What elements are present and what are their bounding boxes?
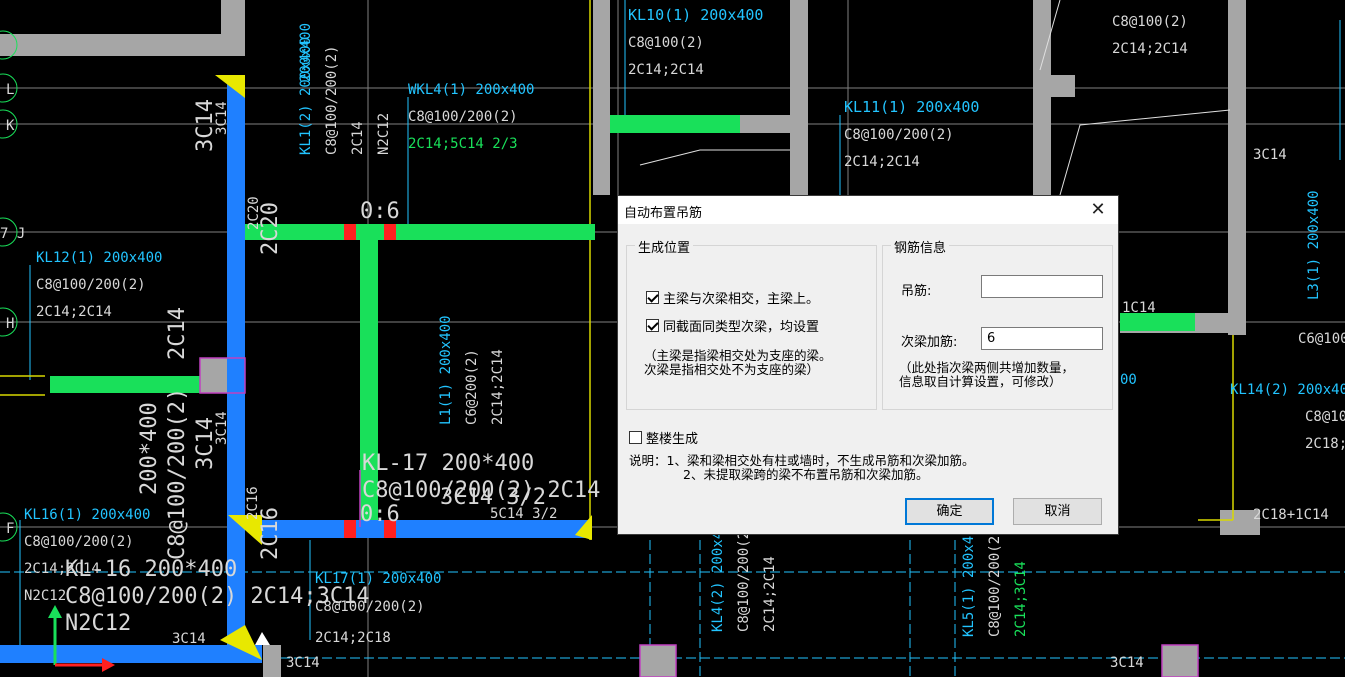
label-kl17-bars: 2C14;2C18 (315, 630, 391, 646)
label-v-kl4-bars: 2C14;2C14 (762, 556, 778, 632)
ok-button[interactable]: 确定 (905, 498, 994, 525)
label-v-kl5-name: KL5(1) 200x400 (961, 519, 977, 637)
label-v-kl1-bars: 2C14 (350, 121, 366, 155)
dialog-title: 自动布置吊筋 (624, 206, 703, 221)
label-v-c8-big: C8@100/200(2) (165, 388, 190, 560)
label-right-00: 00 (1120, 372, 1137, 388)
note-stirrup-info: （此处指次梁两侧共增加数量， 信息取自计算设置，可修改） (899, 361, 1074, 389)
label-v-kl1-name: KL1(2) 200x400 (298, 37, 314, 155)
checkbox-main-beam[interactable]: 主梁与次梁相交，主梁上。 (646, 288, 819, 307)
label-kl16-big-name: KL-16 200*400 (65, 557, 237, 582)
label-v-2c20-small: 2C20 (246, 196, 262, 230)
label-v-kl5-stir: C8@100/200(2) (987, 527, 1003, 637)
label-kl17-big-name: KL-17 200*400 (362, 451, 534, 476)
dialog-titlebar[interactable]: 自动布置吊筋 ✕ (618, 196, 1118, 224)
label-kl12-bars: 2C14;2C14 (36, 304, 112, 320)
label-kl17-small: 5C14 3/2 (490, 506, 557, 522)
label-wkl4-name: WKL4(1) 200x400 (408, 82, 534, 98)
label-kl16-n: N2C12 (24, 588, 66, 604)
cancel-button[interactable]: 取消 (1013, 498, 1102, 525)
label-0-6-top: 0:6 (360, 199, 400, 224)
label-v-l3-name: L3(1) 200x400 (1306, 190, 1322, 300)
note-stirrup-line1: （此处指次梁两侧共增加数量， (899, 360, 1075, 375)
label-v-l1-stir: C6@200(2) (464, 349, 480, 425)
hanger-input[interactable] (981, 275, 1103, 298)
label-bottom-3c14-left: 3C14 (172, 631, 206, 647)
label-right-2c18: 2C18+1C14 (1253, 507, 1329, 523)
axis-bubbles (0, 30, 18, 542)
label-topright-bars: 2C14;2C14 (1112, 41, 1188, 57)
label-kl11-bars: 2C14;2C14 (844, 154, 920, 170)
label-bottom-3c14-mid: 3C14 (286, 655, 320, 671)
label-kl11-stir: C8@100/200(2) (844, 127, 954, 143)
label-kl14-name: KL14(2) 200x400 (1230, 382, 1345, 398)
checkbox-whole-building[interactable]: 整楼生成 (629, 428, 698, 447)
label-right-1c14: 1C14 (1122, 300, 1156, 316)
label-v-3c14-mid: 3C14 (214, 411, 230, 445)
label-v-2c14: 2C14 (165, 307, 190, 360)
stirrup-label: 次梁加筋: (901, 335, 958, 350)
stirrup-input[interactable] (981, 327, 1103, 350)
label-wkl4-bars: 2C14;5C14 2/3 (408, 136, 518, 152)
label-v-200x400-big: 200*400 (137, 402, 162, 495)
checkbox-whole-building-label: 整楼生成 (646, 432, 699, 447)
checkbox-main-beam-box[interactable] (646, 291, 659, 304)
label-kl14-bars: 2C18; (1305, 436, 1345, 452)
label-kl12-name: KL12(1) 200x400 (36, 250, 162, 266)
label-right-c6: C6@100 (1298, 331, 1345, 347)
label-v-kl1-n: N2C12 (376, 113, 392, 155)
description-line1: 说明：1、梁和梁相交处有柱或墙时，不生成吊筋和次梁加筋。 (629, 453, 975, 468)
label-kl16-name: KL16(1) 200x400 (24, 507, 150, 523)
label-0-6-bottom: 0:6 (360, 502, 400, 527)
axis-label-h: H (6, 316, 14, 332)
label-bottom-3c14-right: 3C14 (1110, 655, 1144, 671)
label-v-kl4-stir: C8@100/200(2) (736, 522, 752, 632)
description-text: 说明：1、梁和梁相交处有柱或墙时，不生成吊筋和次梁加筋。 2、未提取梁跨的梁不布… (629, 454, 974, 482)
group-title-rebar: 钢筋信息 (891, 237, 950, 256)
label-kl10-name: KL10(1) 200x400 (628, 6, 763, 24)
axis-label-f: F (6, 521, 14, 537)
axis-label-j: 7 J (0, 226, 25, 242)
label-kl16-big-n: N2C12 (65, 611, 131, 636)
axis-label-k: K (6, 118, 15, 134)
label-kl12-stir: C8@100/200(2) (36, 277, 146, 293)
label-v-kl5-bars: 2C14;3C14 (1013, 561, 1029, 637)
note-beam-line1: （主梁是指梁相交处为支座的梁。 (644, 348, 832, 363)
label-v-l1-name: L1(1) 200x400 (438, 315, 454, 425)
label-v-2c16-small: 2C16 (245, 486, 261, 520)
note-stirrup-line2: 信息取自计算设置，可修改） (899, 374, 1062, 389)
note-beam-definition: （主梁是指梁相交处为支座的梁。 次梁是指相交处不为支座的梁） (644, 349, 832, 377)
group-title-position: 生成位置 (635, 237, 694, 256)
label-v-kl1-stir: C8@100/200(2) (324, 45, 340, 155)
auto-hanger-dialog: 自动布置吊筋 ✕ 生成位置 主梁与次梁相交，主梁上。 同截面同类型次梁，均设置 … (617, 195, 1119, 535)
label-kl10-stir: C8@100(2) (628, 35, 704, 51)
label-kl16-stir: C8@100/200(2) (24, 534, 134, 550)
hanger-label: 吊筋: (901, 284, 932, 299)
description-line2: 2、未提取梁跨的梁不布置吊筋和次梁加筋。 (683, 467, 929, 482)
note-beam-line2: 次梁是指相交处不为支座的梁） (644, 362, 820, 377)
label-right-3c14: 3C14 (1253, 147, 1287, 163)
checkbox-same-section-label: 同截面同类型次梁，均设置 (663, 320, 820, 335)
close-icon[interactable]: ✕ (1086, 199, 1110, 221)
label-v-2c16: 2C16 (258, 507, 283, 560)
label-kl10-bars: 2C14;2C14 (628, 62, 704, 78)
label-kl11-name: KL11(1) 200x400 (844, 98, 979, 116)
label-kl14-stir: C8@10 (1305, 409, 1345, 425)
label-kl16-big-stir: C8@100/200(2) 2C14;3C14 (65, 584, 370, 609)
label-wkl4-stir: C8@100/200(2) (408, 109, 518, 125)
label-v-3c14-small: 3C14 (214, 101, 230, 135)
axis-label-l: L (6, 82, 14, 98)
label-v-l1-bars: 2C14;2C14 (490, 349, 506, 425)
label-topright-stir: C8@100(2) (1112, 14, 1188, 30)
checkbox-main-beam-label: 主梁与次梁相交，主梁上。 (663, 292, 820, 307)
checkbox-same-section[interactable]: 同截面同类型次梁，均设置 (646, 316, 819, 335)
checkbox-whole-building-box[interactable] (629, 431, 642, 444)
checkbox-same-section-box[interactable] (646, 319, 659, 332)
